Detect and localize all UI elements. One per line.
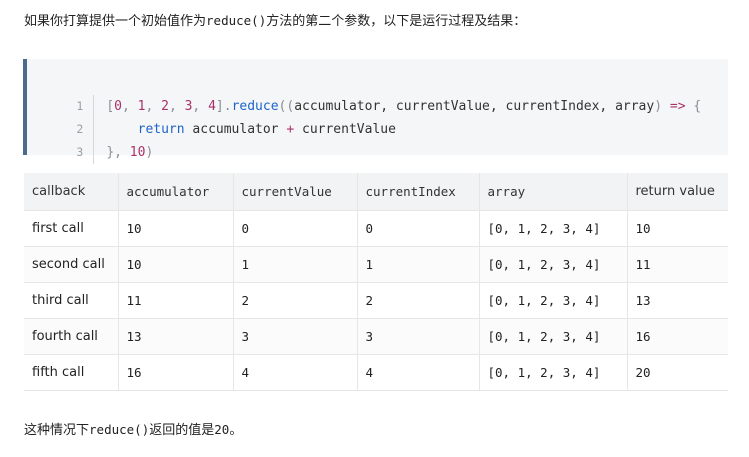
cell-accumulator: 10	[118, 210, 234, 247]
code-line-3: 3}, 10)	[27, 118, 153, 164]
conclusion-text-before: 这种情况下	[24, 423, 90, 438]
cell-current-index: 1	[357, 246, 480, 283]
cell-return-value: 10	[627, 210, 728, 247]
cell-current-value: 2	[233, 282, 358, 319]
code-line-2: 2 return accumulator + currentValue	[27, 95, 396, 141]
column-header-return-value: return value	[627, 173, 728, 211]
code-token: accumulator	[184, 122, 287, 137]
table-header-row: callback accumulator currentValue curren…	[24, 173, 728, 211]
conclusion-text-middle: 返回的值是	[149, 423, 215, 438]
code-block: 1 [0, 1, 2, 3, 4].reduce((accumulator, cu…	[23, 59, 728, 164]
reduce-calls-table: callback accumulator currentValue curren…	[24, 173, 728, 391]
code-token: currentValue	[294, 122, 396, 137]
table-row: fourth call 13 3 3 [0, 1, 2, 3, 4] 16	[24, 318, 728, 355]
code-token: {	[685, 99, 702, 114]
cell-callback: fourth call	[24, 318, 119, 355]
table-row: second call 10 1 1 [0, 1, 2, 3, 4] 11	[24, 246, 728, 283]
code-token: 10	[129, 145, 146, 160]
conclusion-value: 20	[214, 422, 230, 437]
conclusion-paragraph: 这种情况下reduce()返回的值是20。	[24, 420, 242, 441]
intro-paragraph: 如果你打算提供一个初始值作为reduce()方法的第二个参数，以下是运行过程及结…	[24, 10, 526, 33]
cell-current-index: 4	[357, 354, 480, 391]
cell-return-value: 13	[627, 282, 728, 319]
cell-array: [0, 1, 2, 3, 4]	[479, 210, 628, 247]
cell-return-value: 20	[627, 354, 728, 391]
column-header-callback: callback	[24, 173, 119, 211]
table-row: fifth call 16 4 4 [0, 1, 2, 3, 4] 20	[24, 354, 728, 391]
cell-array: [0, 1, 2, 3, 4]	[479, 282, 628, 319]
cell-current-value: 0	[233, 210, 358, 247]
intro-text-after: 方法的第二个参数，以下是运行过程及结果：	[266, 14, 527, 29]
cell-callback: fifth call	[24, 354, 119, 391]
cell-return-value: 11	[627, 246, 728, 283]
cell-current-index: 2	[357, 282, 480, 319]
column-header-current-index: currentIndex	[357, 173, 480, 211]
cell-accumulator: 11	[118, 282, 234, 319]
cell-array: [0, 1, 2, 3, 4]	[479, 318, 628, 355]
line-number-3: 3	[58, 141, 95, 164]
cell-accumulator: 10	[118, 246, 234, 283]
conclusion-text-after: 。	[229, 423, 243, 438]
cell-current-index: 0	[357, 210, 480, 247]
cell-array: [0, 1, 2, 3, 4]	[479, 354, 628, 391]
cell-current-index: 3	[357, 318, 480, 355]
table-row: first call 10 0 0 [0, 1, 2, 3, 4] 10	[24, 210, 728, 247]
cell-callback: second call	[24, 246, 119, 283]
cell-accumulator: 16	[118, 354, 234, 391]
code-token: },	[106, 145, 130, 160]
code-token: +	[286, 122, 295, 137]
cell-current-value: 1	[233, 246, 358, 283]
cell-callback: third call	[24, 282, 119, 319]
table-body: first call 10 0 0 [0, 1, 2, 3, 4] 10 sec…	[24, 210, 728, 391]
code-line-1: 1 [0, 1, 2, 3, 4].reduce((accumulator, cu…	[27, 72, 701, 118]
column-header-current-value: currentValue	[233, 173, 358, 211]
table-header: callback accumulator currentValue curren…	[24, 173, 728, 211]
code-token: )	[654, 99, 670, 114]
cell-callback: first call	[24, 210, 119, 247]
conclusion-inline-code: reduce()	[89, 422, 150, 437]
cell-array: [0, 1, 2, 3, 4]	[479, 246, 628, 283]
code-token: )	[145, 145, 154, 160]
cell-current-value: 3	[233, 318, 358, 355]
column-header-accumulator: accumulator	[118, 173, 234, 211]
column-header-array: array	[479, 173, 628, 211]
intro-inline-code: reduce()	[206, 13, 267, 28]
table-row: third call 11 2 2 [0, 1, 2, 3, 4] 13	[24, 282, 728, 319]
cell-return-value: 16	[627, 318, 728, 355]
cell-accumulator: 13	[118, 318, 234, 355]
intro-text-before: 如果你打算提供一个初始值作为	[24, 14, 207, 29]
cell-current-value: 4	[233, 354, 358, 391]
code-token: =>	[669, 99, 686, 114]
